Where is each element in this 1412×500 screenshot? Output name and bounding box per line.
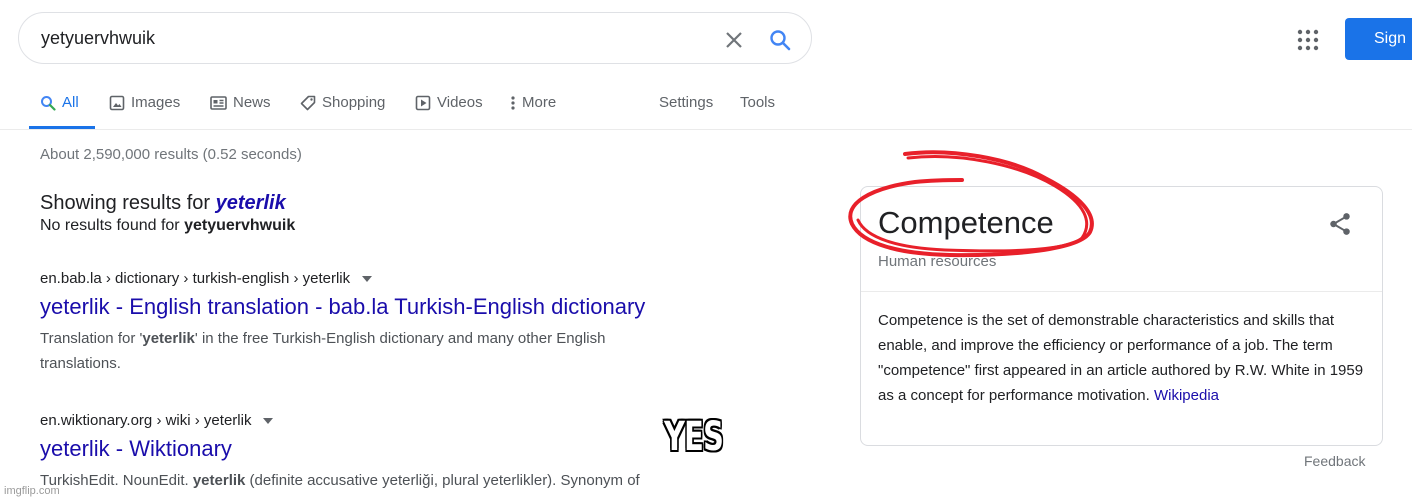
wikipedia-link[interactable]: Wikipedia [1154,387,1219,404]
showing-results-for: Showing results for yeterlik [40,192,286,215]
result-title[interactable]: yeterlik - English translation - bab.la … [40,294,680,320]
result-stats: About 2,590,000 results (0.52 seconds) [40,146,302,163]
tools-link[interactable]: Tools [740,94,775,111]
meme-caption: YES [664,414,724,460]
result-title[interactable]: yeterlik - Wiktionary [40,436,740,462]
no-results-for: No results found for yetyuervhwuik [40,217,295,235]
corrected-query-link[interactable]: yeterlik [216,192,286,214]
search-icon [770,30,791,51]
tab-shopping[interactable]: Shopping [300,94,385,111]
tab-label: News [233,94,271,111]
tab-more[interactable]: More [510,94,556,111]
play-icon [415,95,431,110]
feedback-link[interactable]: Feedback [1304,453,1365,469]
knowledge-panel-title: Competence [878,205,1054,240]
snippet-text: (definite accusative yeterliği, plural y… [245,472,640,489]
sign-in-button[interactable]: Sign [1345,18,1412,60]
result-breadcrumb: en.bab.la › dictionary › turkish-english… [40,270,351,287]
result-url[interactable]: en.bab.la › dictionary › turkish-english… [40,270,680,287]
tab-all[interactable]: All [40,94,79,111]
original-query-link[interactable]: yetyuervhwuik [184,217,295,234]
chevron-down-icon[interactable] [263,417,274,424]
close-icon [726,32,742,48]
active-tab-indicator [29,126,95,129]
result-snippet: Translation for 'yeterlik' in the free T… [40,326,680,376]
tab-label: Shopping [322,94,386,111]
apps-grid-icon[interactable] [1296,28,1320,52]
snippet-bold: yeterlik [192,472,246,489]
description-text: Competence is the set of demonstrable ch… [878,312,1364,404]
snippet-text: Translation for ' [40,330,143,347]
search-icon [41,95,56,111]
result-breadcrumb: en.wiktionary.org › wiki › yeterlik [40,412,252,429]
no-results-prefix: No results found for [40,217,185,234]
search-result: en.bab.la › dictionary › turkish-english… [40,270,680,376]
divider [861,291,1382,292]
search-tabs: All Images News Shopping Videos More Set… [0,78,1412,130]
tab-label: Videos [437,94,483,111]
tag-icon [300,95,316,110]
knowledge-panel-description: Competence is the set of demonstrable ch… [878,308,1368,408]
tab-label: All [62,94,79,111]
chevron-down-icon[interactable] [362,275,373,282]
result-snippet: TurkishEdit. NounEdit. yeterlik (definit… [40,468,740,493]
knowledge-panel: Competence Human resources Competence is… [860,186,1383,446]
clear-search-button[interactable] [719,25,749,55]
tab-videos[interactable]: Videos [415,94,483,111]
snippet-bold: yeterlik [142,330,195,347]
tab-label: Images [131,94,181,111]
more-vertical-icon [511,95,515,110]
search-result: en.wiktionary.org › wiki › yeterlik yete… [40,412,740,493]
snippet-text: TurkishEdit. NounEdit. [40,472,193,489]
showing-prefix: Showing results for [40,192,216,214]
tab-label: More [522,94,557,111]
settings-link[interactable]: Settings [659,94,713,111]
result-url[interactable]: en.wiktionary.org › wiki › yeterlik [40,412,740,429]
knowledge-panel-subtitle: Human resources [878,253,997,270]
search-button[interactable] [765,25,795,55]
news-icon [210,95,227,110]
search-bar[interactable]: yetyuervhwuik [18,12,812,64]
share-icon[interactable] [1327,211,1353,237]
watermark: imgflip.com [4,485,60,497]
search-input[interactable]: yetyuervhwuik [41,28,155,49]
tab-images[interactable]: Images [109,94,180,111]
image-icon [109,95,125,110]
tab-news[interactable]: News [210,94,271,111]
